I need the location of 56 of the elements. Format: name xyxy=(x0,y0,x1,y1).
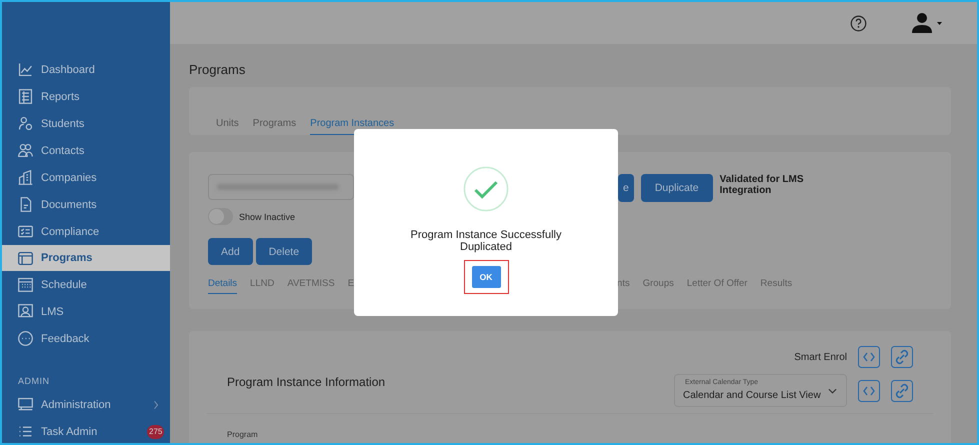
sidebar-item[interactable]: Programs xyxy=(2,245,170,271)
code-button[interactable] xyxy=(858,380,880,402)
link-button[interactable] xyxy=(891,346,913,368)
action-button[interactable]: e xyxy=(618,174,634,202)
section-heading: ADMIN xyxy=(17,375,50,388)
code-button[interactable] xyxy=(858,346,880,368)
tab[interactable]: Units xyxy=(216,118,239,135)
tab[interactable]: Letter Of Offer xyxy=(686,278,748,294)
window-icon xyxy=(17,250,34,266)
tab[interactable]: Details xyxy=(208,278,238,294)
tab[interactable]: AVETMISS xyxy=(287,278,335,294)
tab[interactable]: Groups xyxy=(642,278,674,294)
person-icon xyxy=(17,303,34,320)
chat-icon xyxy=(17,330,34,347)
sidebar-item[interactable]: Task Admin 275 xyxy=(2,418,170,443)
field-label: Program xyxy=(227,430,259,439)
help-icon[interactable] xyxy=(850,14,867,32)
link-button[interactable] xyxy=(891,380,913,402)
count-badge: 275 xyxy=(147,425,164,439)
sidebar-item[interactable]: Companies xyxy=(2,164,170,191)
tab[interactable]: Programs xyxy=(252,118,296,135)
sidebar-item[interactable]: Dashboard xyxy=(2,56,170,83)
toggle-label: Show Inactive xyxy=(239,212,296,222)
report-icon xyxy=(17,88,34,105)
sidebar-item[interactable]: Students xyxy=(2,110,170,137)
caret-icon xyxy=(828,388,837,394)
sidebar-item[interactable]: Administration xyxy=(2,391,170,418)
smart-enrol-label: Smart Enrol xyxy=(794,352,847,362)
sidebar-item[interactable]: LMS xyxy=(2,298,170,325)
sidebar-item[interactable]: Compliance xyxy=(2,218,170,245)
sidebar-item[interactable]: Feedback xyxy=(2,325,170,352)
sidebar-item[interactable]: Reports xyxy=(2,83,170,110)
calendar-icon xyxy=(17,276,34,293)
user-menu-icon[interactable] xyxy=(912,13,942,33)
people-icon xyxy=(17,142,34,159)
validation-note: Validated for LMS Integration xyxy=(720,174,805,196)
action-button[interactable]: Duplicate xyxy=(640,174,713,202)
sidebar-item[interactable]: Contacts xyxy=(2,137,170,164)
people-icon xyxy=(17,115,34,132)
sidebar-item[interactable]: Documents xyxy=(2,191,170,218)
dialog-message: Program Instance Successfully Duplicated xyxy=(409,229,562,253)
line-chart-icon xyxy=(17,61,34,78)
action-button[interactable]: Add xyxy=(208,238,253,265)
tab[interactable]: Results xyxy=(760,278,792,294)
tab[interactable]: E xyxy=(348,278,354,294)
instance-field[interactable] xyxy=(208,174,354,200)
section-title: Program Instance Information xyxy=(227,375,386,391)
tab[interactable]: LLND xyxy=(250,278,274,294)
page-title: Programs xyxy=(189,62,246,77)
success-check-icon xyxy=(463,166,509,212)
ok-button[interactable]: OK xyxy=(472,266,500,288)
checklist-icon xyxy=(17,223,34,240)
sidebar-item[interactable]: Schedule xyxy=(2,271,170,298)
building-icon xyxy=(17,169,34,186)
action-button[interactable]: Delete xyxy=(256,238,312,265)
computer-icon xyxy=(17,396,34,413)
